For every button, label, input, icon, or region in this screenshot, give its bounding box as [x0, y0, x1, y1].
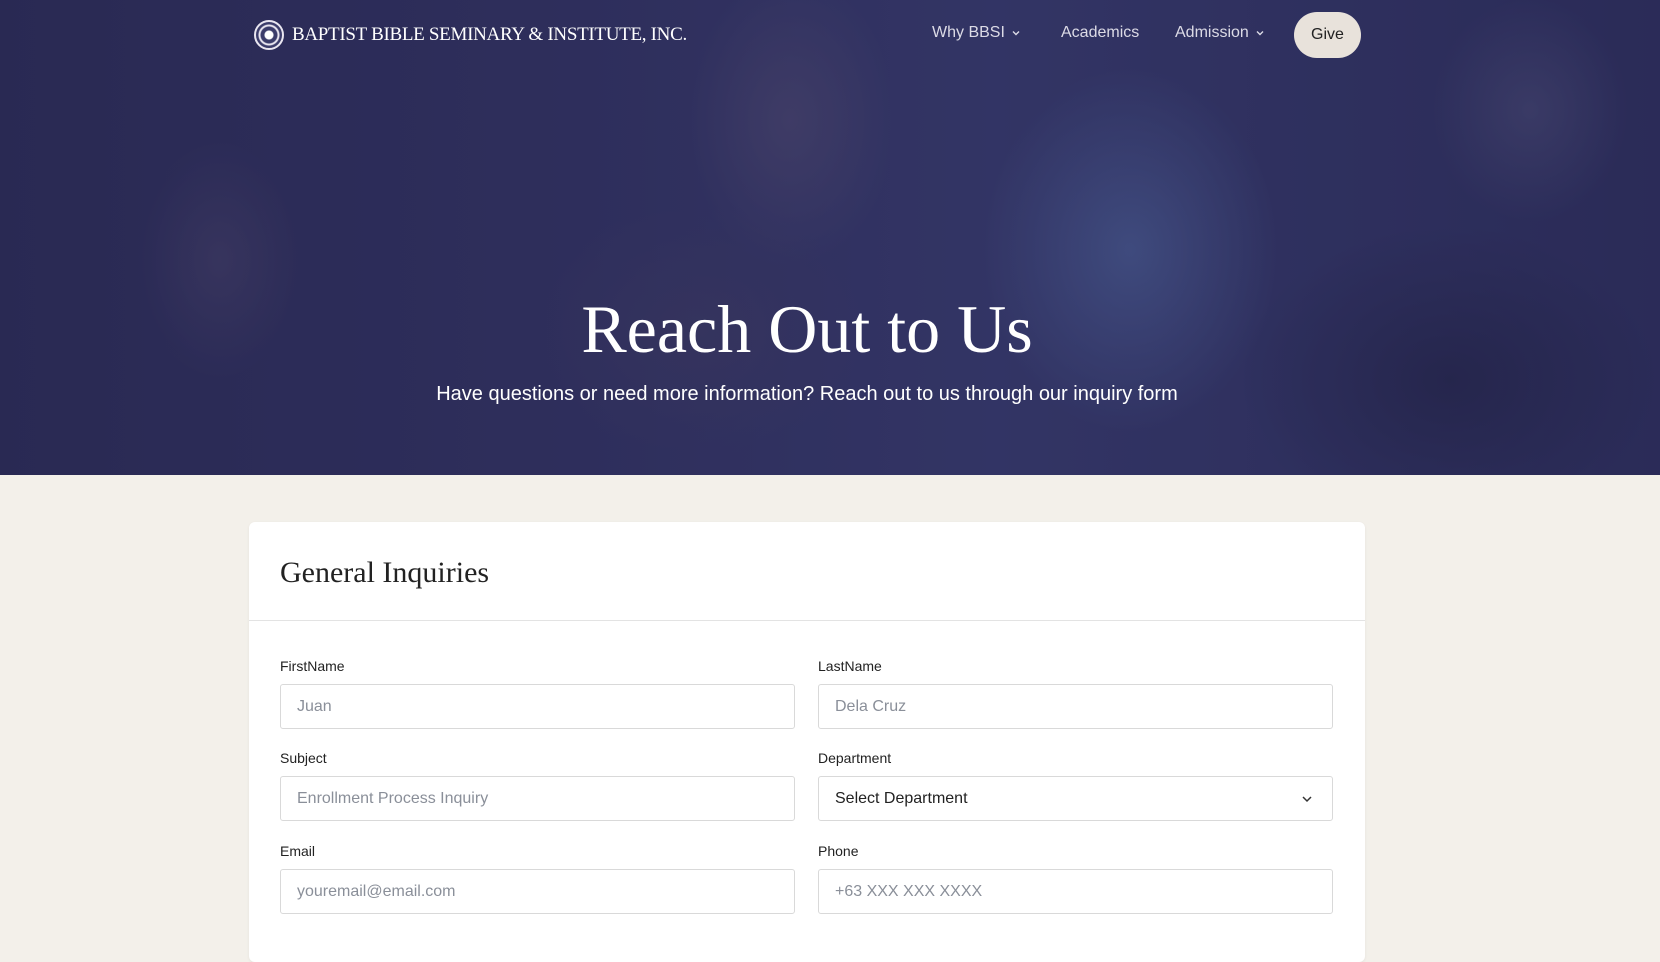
- inquiry-form-card: General Inquiries FirstName LastName Sub…: [249, 522, 1365, 962]
- form-header: General Inquiries: [249, 522, 1365, 621]
- phone-input[interactable]: [818, 869, 1333, 914]
- email-input[interactable]: [280, 869, 795, 914]
- email-label: Email: [280, 843, 316, 859]
- hero-section: BAPTIST BIBLE SEMINARY & INSTITUTE, INC.…: [0, 0, 1660, 475]
- first-name-input[interactable]: [280, 684, 795, 729]
- nav-item-academics[interactable]: Academics: [1061, 24, 1139, 42]
- last-name-input[interactable]: [818, 684, 1333, 729]
- nav-item-why-bbsi[interactable]: Why BBSI: [932, 24, 1021, 42]
- department-label: Department: [818, 750, 892, 766]
- page-subtitle: Have questions or need more information?…: [436, 383, 1178, 405]
- chevron-down-icon: [1012, 31, 1020, 36]
- site-logo[interactable]: BAPTIST BIBLE SEMINARY & INSTITUTE, INC.: [254, 19, 687, 51]
- first-name-label: FirstName: [280, 658, 345, 674]
- department-select[interactable]: Select Department: [818, 776, 1333, 821]
- nav-item-label: Academics: [1061, 24, 1140, 41]
- chevron-down-icon: [1256, 31, 1264, 36]
- nav-item-label: Why BBSI: [932, 24, 1005, 41]
- give-button[interactable]: Give: [1294, 12, 1361, 58]
- department-selected-value: Select Department: [835, 789, 968, 807]
- last-name-label: LastName: [818, 658, 882, 674]
- form-title: General Inquiries: [280, 556, 490, 589]
- logo-text: BAPTIST BIBLE SEMINARY & INSTITUTE, INC.: [292, 24, 687, 45]
- nav-item-admission[interactable]: Admission: [1175, 24, 1265, 42]
- nav-item-label: Admission: [1175, 24, 1249, 41]
- seal-logo-icon: [254, 20, 284, 50]
- chevron-down-icon: [1302, 795, 1312, 802]
- subject-input[interactable]: [280, 776, 795, 821]
- page-title: Reach Out to Us: [581, 291, 1033, 367]
- phone-label: Phone: [818, 843, 859, 859]
- top-navigation: BAPTIST BIBLE SEMINARY & INSTITUTE, INC.…: [0, 0, 1660, 70]
- subject-label: Subject: [280, 750, 327, 766]
